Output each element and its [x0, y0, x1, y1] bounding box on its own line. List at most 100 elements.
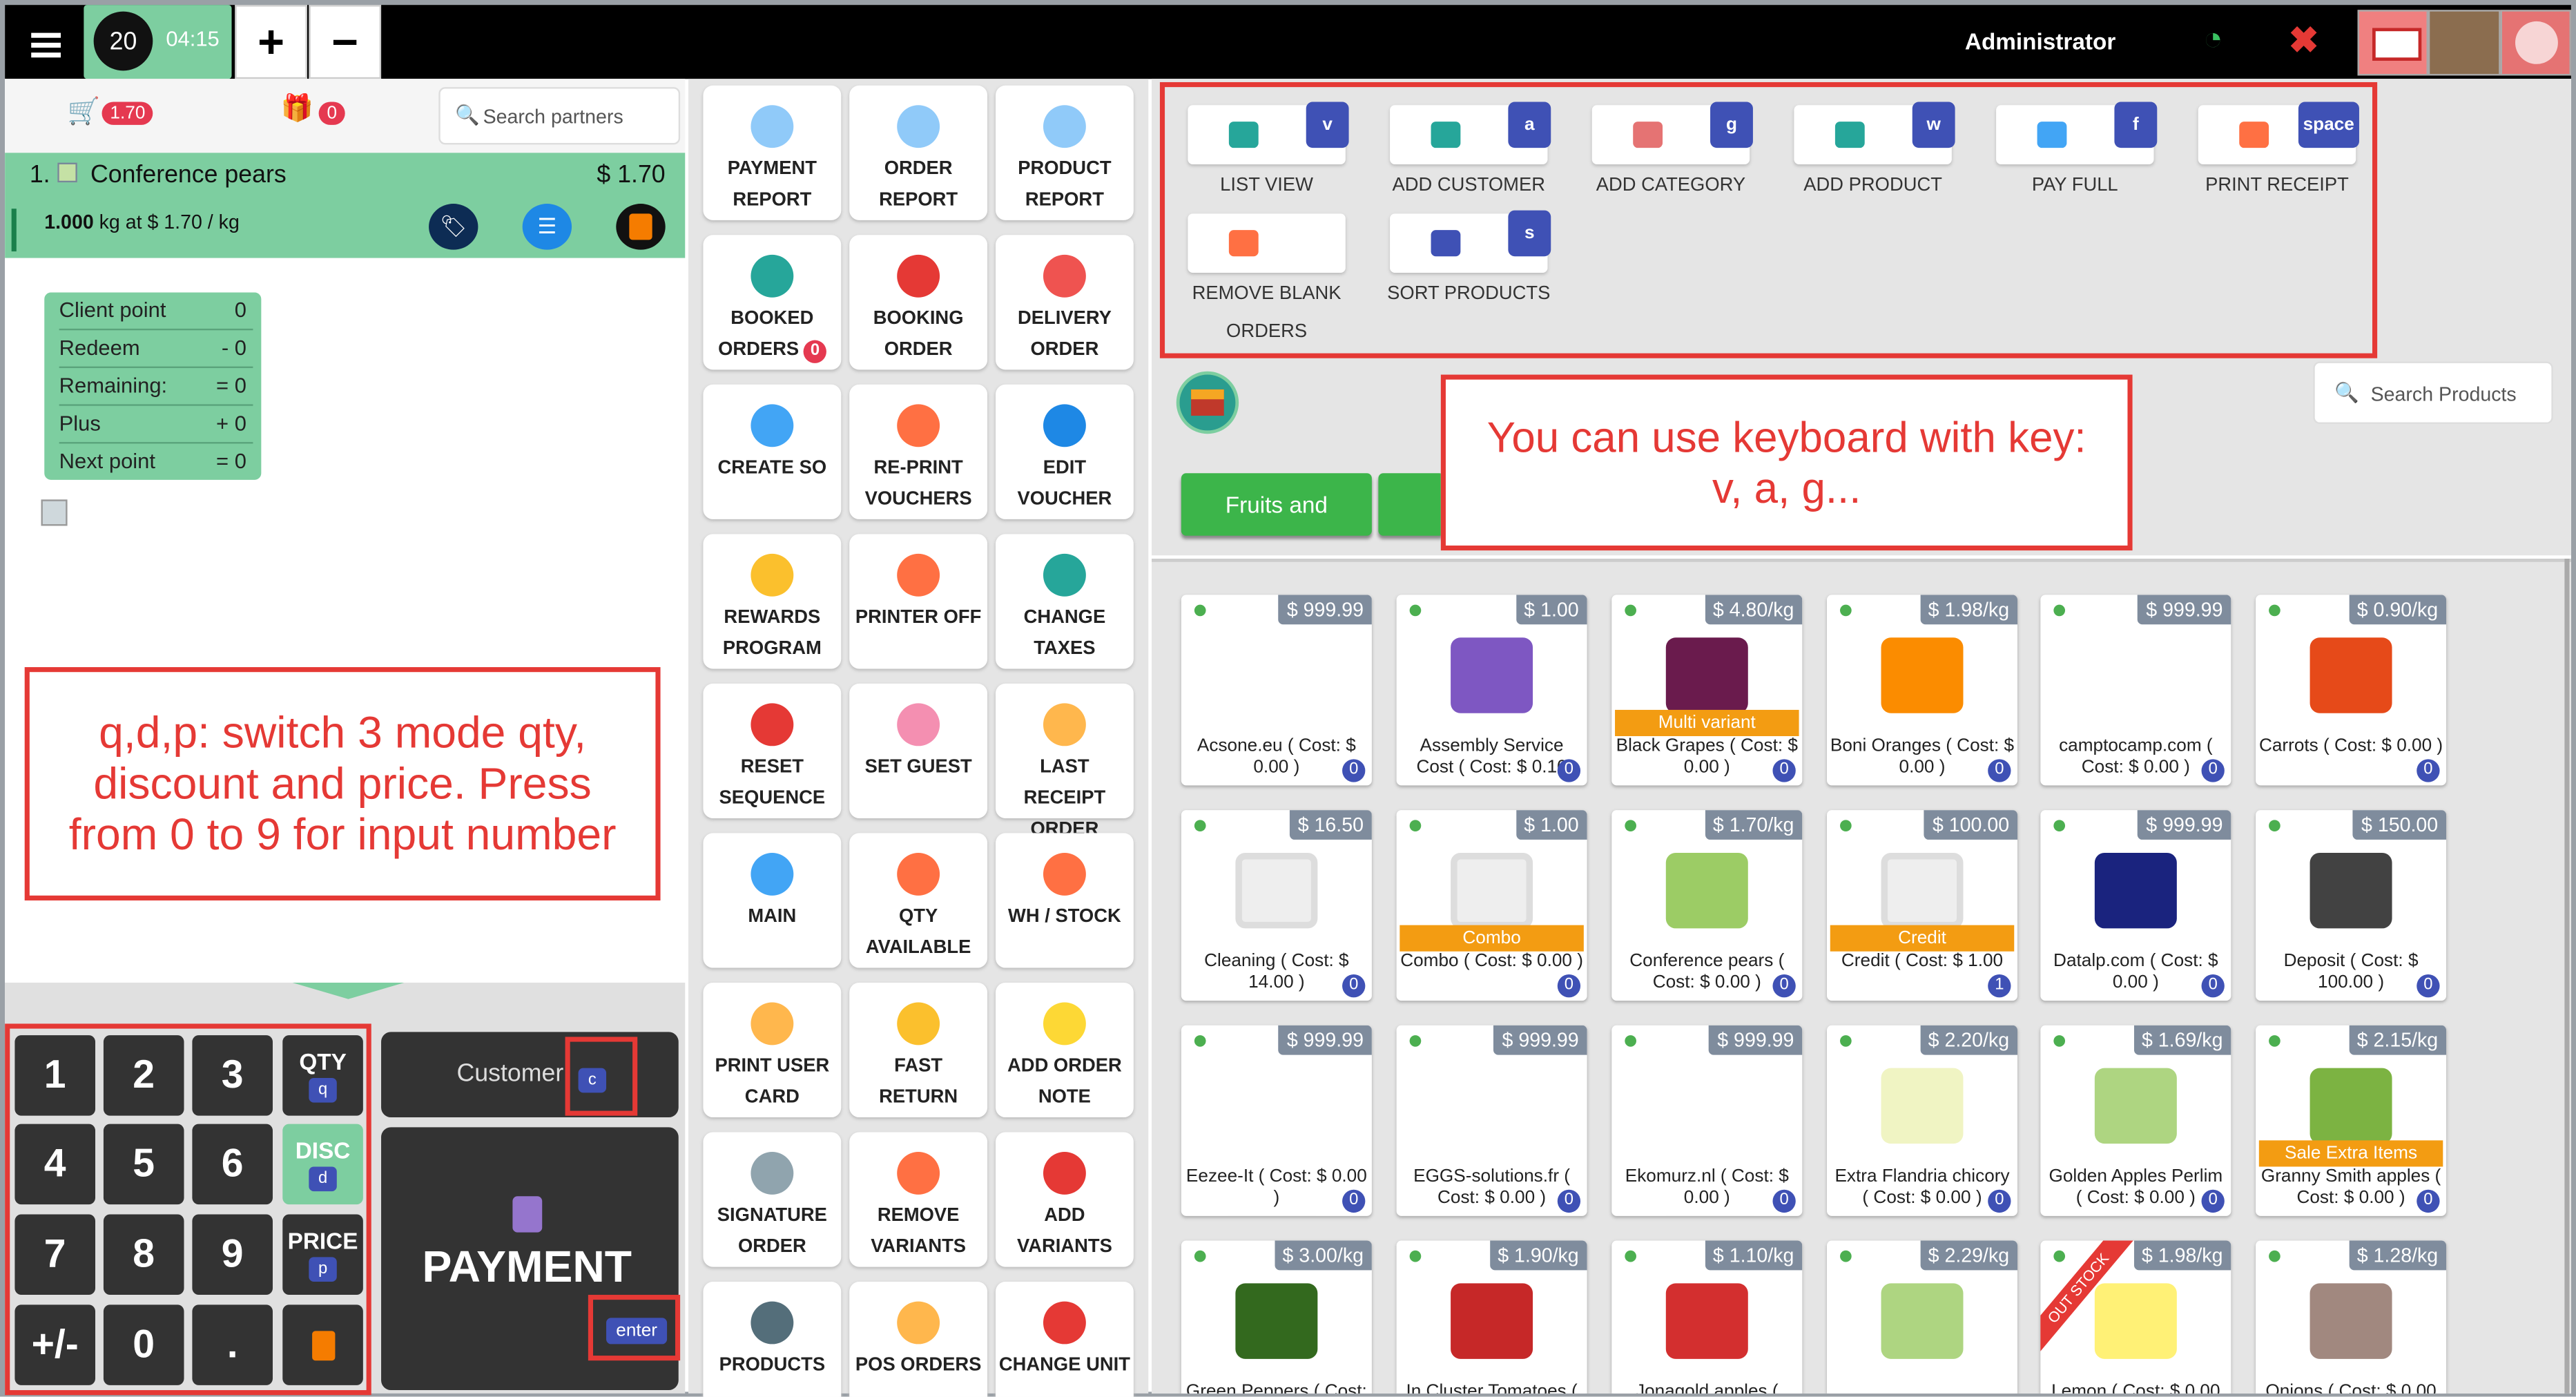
product-card[interactable]: $ 999.99 Acsone.eu ( Cost: $ 0.00 ) 0	[1181, 595, 1372, 786]
search-doc-icon	[897, 1301, 940, 1345]
action-tile[interactable]: WH / STOCK	[995, 833, 1134, 968]
menu-icon[interactable]	[14, 15, 77, 74]
product-price: $ 999.99	[2138, 810, 2231, 840]
session-tab[interactable]: 20 04:15	[84, 5, 232, 79]
action-tile[interactable]: CREATE SO	[703, 384, 842, 519]
search-products-input[interactable]: 🔍 Search Products	[2313, 361, 2553, 424]
product-card[interactable]: $ 1.98/kg Boni Oranges ( Cost: $ 0.00 ) 0	[1827, 595, 2018, 786]
product-image	[1881, 1283, 1964, 1359]
tag-icon[interactable]: 🏷	[429, 204, 478, 250]
product-image	[1235, 1283, 1318, 1359]
product-card[interactable]: $ 16.50 Cleaning ( Cost: $ 14.00 ) 0	[1181, 810, 1372, 1001]
close-icon[interactable]: ✖	[2289, 20, 2319, 63]
screen-switch-icon[interactable]	[2357, 10, 2429, 76]
shop-icon[interactable]	[2428, 10, 2500, 76]
product-card[interactable]: $ 1.10/kg Jonagold apples (	[1611, 1240, 1803, 1394]
action-tile[interactable]: MAIN	[703, 833, 842, 968]
product-image	[1665, 852, 1748, 929]
product-image	[1665, 1283, 1748, 1359]
product-name: Acsone.eu ( Cost: $ 0.00 )	[1197, 736, 1356, 778]
stock-dot	[1194, 1035, 1206, 1047]
action-tile[interactable]: REMOVE VARIANTS	[849, 1132, 988, 1267]
product-card[interactable]: $ 999.99 camptocamp.com ( Cost: $ 0.00 ) 0	[2040, 595, 2231, 786]
product-name: Combo ( Cost: $ 0.00 )	[1400, 951, 1583, 972]
action-tile[interactable]: QTY AVAILABLE	[849, 833, 988, 968]
action-tile[interactable]: REWARDS PROGRAM	[703, 534, 842, 669]
action-tile[interactable]: FAST RETURN	[849, 982, 988, 1118]
product-card[interactable]: $ 999.99 Datalp.com ( Cost: $ 0.00 ) 0	[2040, 810, 2231, 1001]
product-card[interactable]: $ 1.69/kg Golden Apples Perlim ( Cost: $ …	[2040, 1025, 2231, 1216]
product-image	[1235, 852, 1318, 929]
home-category-icon[interactable]	[1176, 371, 1239, 434]
action-tile-text: RE-PRINT VOUCHERS	[864, 458, 972, 510]
action-tile[interactable]: DELIVERY ORDER	[995, 235, 1134, 370]
product-card[interactable]: $ 2.29/kg	[1827, 1240, 2018, 1394]
product-card[interactable]: $ 999.99 Eezee-It ( Cost: $ 0.00 ) 0	[1181, 1025, 1372, 1216]
action-tile-text: PRODUCT REPORT	[1018, 159, 1112, 211]
product-price: $ 999.99	[2138, 595, 2231, 625]
product-card[interactable]: $ 4.80/kg Multi variant Black Grapes ( Cos…	[1611, 595, 1803, 786]
action-tile[interactable]: BOOKING ORDER	[849, 235, 988, 370]
product-card[interactable]: $ 1.70/kg Conference pears ( Cost: $ 0.00…	[1611, 810, 1803, 1001]
action-tile-text: QTY AVAILABLE	[865, 907, 971, 958]
search-partners-input[interactable]: 🔍 Search partners	[438, 87, 681, 145]
action-tile[interactable]: SIGNATURE ORDER	[703, 1132, 842, 1267]
product-card[interactable]: $ 1.90/kg In Cluster Tomatoes (	[1396, 1240, 1587, 1394]
action-tile[interactable]: ORDER REPORT	[849, 85, 988, 220]
product-card[interactable]: $ 1.28/kg Onions ( Cost: $ 0.00	[2256, 1240, 2447, 1394]
headset-icon	[897, 254, 940, 298]
add-order-button[interactable]: +	[235, 5, 307, 79]
order-line[interactable]: 1. Conference pears $ 1.70 1.000 kg at $…	[5, 153, 686, 258]
trash-icon[interactable]	[616, 204, 666, 250]
product-scrollbar[interactable]	[2564, 559, 2570, 1394]
session-time: 04:15	[166, 26, 220, 51]
order-line-qty-unit: kg at $ 1.70 / kg	[93, 210, 240, 233]
action-tile[interactable]: CHANGE UNIT	[995, 1282, 1134, 1397]
action-tile[interactable]: EDIT VOUCHER	[995, 384, 1134, 519]
product-card[interactable]: $ 0.90/kg Carrots ( Cost: $ 0.00 ) 0	[2256, 595, 2447, 786]
product-card[interactable]: $ 2.15/kg Sale Extra Items Granny Smith ap…	[2256, 1025, 2447, 1216]
receipt-icon[interactable]	[41, 499, 68, 526]
order-line-product: Conference pears	[90, 161, 287, 189]
product-card[interactable]: $ 999.99 Ekomurz.nl ( Cost: $ 0.00 ) 0	[1611, 1025, 1803, 1216]
product-card[interactable]: $ 100.00 Credit Credit ( Cost: $ 1.00 1	[1827, 810, 2018, 1001]
product-price: $ 999.99	[1493, 1025, 1587, 1055]
action-tile-label: REWARDS PROGRAM	[703, 603, 841, 665]
gift-icon[interactable]: 🎁	[281, 92, 313, 125]
product-card[interactable]: $ 1.00 Combo Combo ( Cost: $ 0.00 ) 0	[1396, 810, 1587, 1001]
action-tile[interactable]: POS ORDERS	[849, 1282, 988, 1397]
action-tile[interactable]: RESET SEQUENCE	[703, 683, 842, 818]
action-tile[interactable]: BOOKED ORDERS 0	[703, 235, 842, 370]
action-tile[interactable]: PRODUCT REPORT	[995, 85, 1134, 220]
product-name: Extra Flandria chicory ( Cost: $ 0.00 )	[1834, 1166, 2010, 1208]
category-second[interactable]	[1378, 473, 1444, 536]
lock-icon[interactable]	[2499, 10, 2571, 76]
team-icon	[750, 852, 794, 896]
action-tile[interactable]: ADD ORDER NOTE	[995, 982, 1134, 1118]
product-card[interactable]: $ 3.00/kg Green Peppers ( Cost:	[1181, 1240, 1372, 1394]
product-card[interactable]: $ 1.98/kg OUT STOCK Lemon ( Cost: $ 0.00	[2040, 1240, 2231, 1394]
product-card[interactable]: $ 150.00 Deposit ( Cost: $ 100.00 ) 0	[2256, 810, 2447, 1001]
note-icon[interactable]: ☰	[522, 204, 572, 250]
action-tile[interactable]: ADD VARIANTS	[995, 1132, 1134, 1267]
action-tile[interactable]: PRINT USER CARD	[703, 982, 842, 1118]
booked-icon	[750, 254, 794, 298]
product-card[interactable]: $ 1.00 Assembly Service Cost ( Cost: $ 0.…	[1396, 595, 1587, 786]
category-fruits[interactable]: Fruits and	[1181, 473, 1372, 536]
action-tile[interactable]: PRODUCTS	[703, 1282, 842, 1397]
stock-dot	[1194, 1250, 1206, 1262]
remove-order-button[interactable]: −	[309, 5, 382, 79]
stock-dot	[1194, 604, 1206, 617]
product-card[interactable]: $ 999.99 EGGS-solutions.fr ( Cost: $ 0.00…	[1396, 1025, 1587, 1216]
action-tile[interactable]: PAYMENT REPORT	[703, 85, 842, 220]
collapse-arrow-icon[interactable]	[292, 982, 405, 999]
action-tile[interactable]: LAST RECEIPT ORDER	[995, 683, 1134, 840]
product-name: Boni Oranges ( Cost: $ 0.00 )	[1830, 736, 2015, 778]
action-tile[interactable]: CHANGE TAXES	[995, 534, 1134, 669]
action-tile[interactable]: RE-PRINT VOUCHERS	[849, 384, 988, 519]
action-tile[interactable]: PRINTER OFF	[849, 534, 988, 669]
action-buttons-column: PAYMENT REPORT ORDER REPORT PRODUCT REPORT…	[688, 79, 1149, 1397]
cart-icon: 🛒	[67, 98, 100, 127]
action-tile[interactable]: SET GUEST	[849, 683, 988, 818]
product-card[interactable]: $ 2.20/kg Extra Flandria chicory ( Cost: …	[1827, 1025, 2018, 1216]
